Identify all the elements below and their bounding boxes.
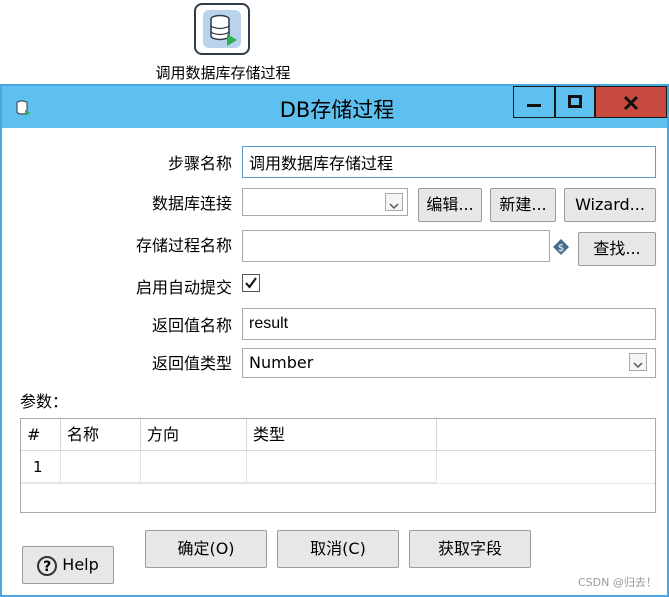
auto-commit-checkbox[interactable] [242, 274, 260, 292]
minimize-icon [527, 104, 541, 107]
minimize-button[interactable] [513, 86, 555, 118]
params-label: 参数： [20, 392, 69, 411]
db-connection-label: 数据库连接 [151, 194, 232, 213]
auto-commit-label: 启用自动提交 [135, 278, 232, 297]
return-name-label: 返回值名称 [151, 316, 232, 335]
window-title: DB存储过程 [279, 98, 395, 122]
column-header-type[interactable]: 类型 [247, 419, 437, 451]
close-icon [623, 95, 639, 111]
new-connection-button[interactable]: 新建... [490, 188, 556, 222]
maximize-icon [568, 95, 582, 108]
column-header-filler [437, 419, 655, 451]
row-divider [21, 483, 655, 484]
row-index: 1 [21, 451, 61, 483]
column-header-index[interactable]: # [21, 419, 61, 451]
variable-icon: $ [552, 238, 570, 256]
checkmark-icon [245, 277, 257, 289]
row-name-cell[interactable] [61, 451, 141, 483]
maximize-button[interactable] [555, 86, 595, 118]
return-type-select[interactable]: Number [242, 348, 656, 378]
proc-name-input[interactable] [242, 230, 550, 262]
proc-name-label: 存储过程名称 [135, 236, 232, 255]
return-type-label: 返回值类型 [151, 354, 232, 373]
stored-procedure-dialog: DB存储过程 步骤名称 数据库连接 编辑... 新建... Wizard... … [0, 84, 669, 597]
svg-text:$: $ [558, 243, 564, 254]
database-icon [203, 10, 241, 48]
chevron-down-icon[interactable] [385, 193, 403, 211]
get-fields-button[interactable]: 获取字段 [409, 530, 531, 568]
title-bar: DB存储过程 [2, 86, 667, 128]
cancel-button[interactable]: 取消(C) [277, 530, 399, 568]
edit-connection-button[interactable]: 编辑... [418, 188, 482, 222]
step-name-label: 步骤名称 [167, 154, 232, 173]
return-type-value: Number [249, 353, 314, 372]
database-small-icon [16, 100, 30, 116]
row-direction-cell[interactable] [141, 451, 247, 483]
step-label: 调用数据库存储过程 [155, 64, 291, 82]
return-name-input[interactable] [242, 308, 656, 340]
close-button[interactable] [595, 86, 667, 118]
help-button[interactable]: ? Help [22, 546, 114, 584]
column-header-direction[interactable]: 方向 [141, 419, 247, 451]
step-name-input[interactable] [242, 146, 656, 178]
help-icon: ? [37, 555, 58, 576]
help-label: Help [62, 555, 99, 574]
watermark: CSDN @归去！ [578, 576, 657, 589]
chevron-down-icon[interactable] [629, 353, 647, 371]
row-type-cell[interactable] [247, 451, 437, 483]
db-connection-select[interactable] [242, 188, 408, 216]
params-table[interactable]: # 名称 方向 类型 1 [20, 418, 656, 513]
ok-button[interactable]: 确定(O) [145, 530, 267, 568]
stored-procedure-step-icon[interactable] [194, 3, 250, 55]
wizard-button[interactable]: Wizard... [564, 188, 656, 222]
find-button[interactable]: 查找... [578, 232, 656, 266]
table-row[interactable]: 1 [21, 451, 655, 483]
column-header-name[interactable]: 名称 [61, 419, 141, 451]
